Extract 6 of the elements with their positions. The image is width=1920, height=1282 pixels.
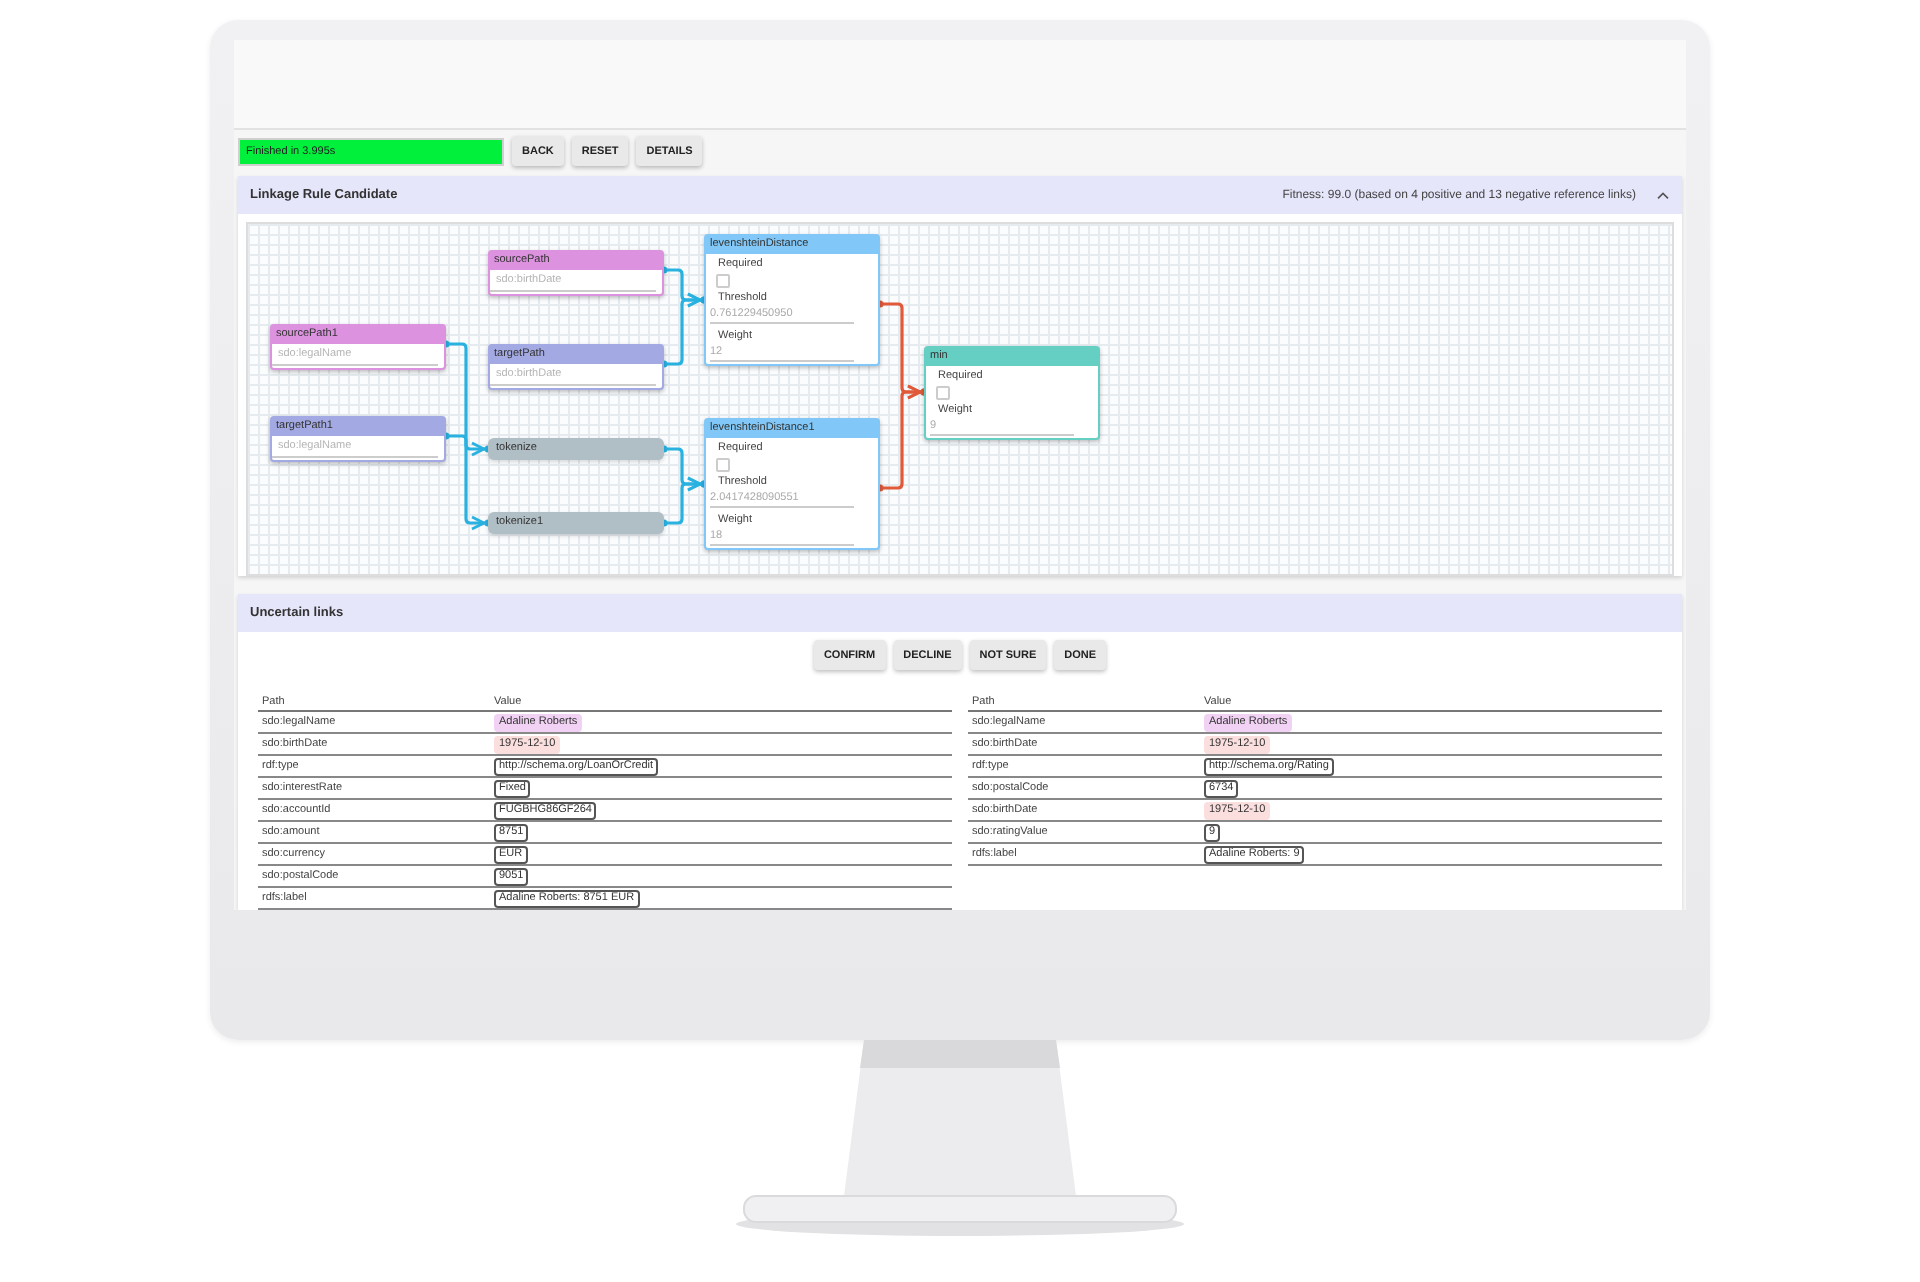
- checkbox[interactable]: [716, 273, 730, 287]
- connector-line: [442, 432, 492, 531]
- checkbox[interactable]: [716, 457, 730, 471]
- checkbox[interactable]: [936, 385, 950, 399]
- caret-icon[interactable]: [1656, 190, 1670, 200]
- connector-line: [442, 340, 492, 457]
